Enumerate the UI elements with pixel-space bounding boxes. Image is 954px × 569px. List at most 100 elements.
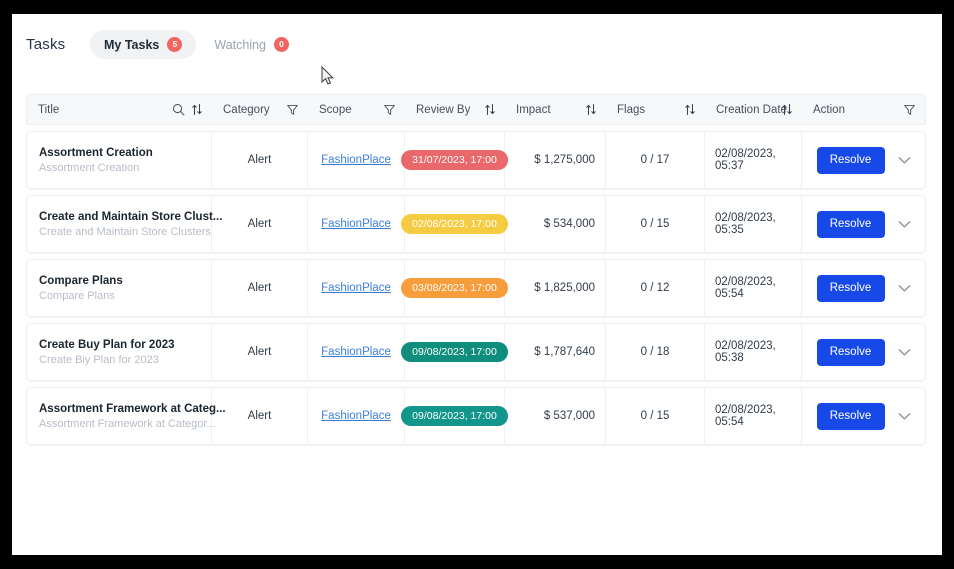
resolve-button[interactable]: Resolve (816, 210, 885, 238)
cell-flags: 0 / 18 (606, 324, 705, 380)
resolve-button[interactable]: Resolve (816, 338, 885, 366)
column-header-label: Category (223, 103, 270, 116)
column-header-icons (383, 103, 396, 116)
column-header-flags[interactable]: Flags (606, 95, 705, 124)
creation-date-value: 02/08/2023, 05:37 (715, 148, 776, 172)
cell-title: Compare Plans Compare Plans (27, 260, 212, 316)
chevron-down-icon[interactable] (898, 220, 911, 229)
table-row[interactable]: Assortment Framework at Categ... Assortme… (26, 387, 926, 445)
cell-impact: $ 1,275,000 (505, 132, 606, 188)
column-header-label: Title (38, 103, 60, 116)
cell-scope: FashionPlace (308, 132, 405, 188)
filter-icon[interactable] (903, 103, 916, 116)
category-value: Alert (247, 282, 272, 294)
cell-title: Create and Maintain Store Clust... Create… (27, 196, 222, 252)
category-value: Alert (247, 410, 272, 422)
cell-title: Create Buy Plan for 2023 Create Biy Plan … (27, 324, 212, 380)
cell-scope: FashionPlace (308, 324, 405, 380)
column-header-created[interactable]: Creation Date (705, 95, 802, 124)
flags-value: 0 / 12 (640, 282, 670, 294)
column-header-label: Scope (319, 103, 352, 116)
column-header-icons (903, 103, 916, 116)
page-header: Tasks My Tasks 5 Watching 0 (12, 14, 942, 88)
column-header-impact[interactable]: Impact (505, 95, 606, 124)
filter-icon[interactable] (286, 103, 299, 116)
scope-link[interactable]: FashionPlace (321, 282, 391, 294)
cell-scope: FashionPlace (308, 388, 405, 444)
column-header-review[interactable]: Review By (405, 95, 505, 124)
impact-value: $ 534,000 (543, 218, 595, 230)
cell-flags: 0 / 12 (606, 260, 705, 316)
sort-icon[interactable] (781, 103, 793, 116)
sort-icon[interactable] (484, 103, 496, 116)
resolve-button[interactable]: Resolve (816, 146, 885, 174)
tab-my-tasks-label: My Tasks (104, 37, 160, 52)
cell-review-by: 09/08/2023, 17:00 (401, 388, 508, 444)
column-header-icons (286, 103, 299, 116)
task-subtitle: Compare Plans (39, 289, 115, 302)
chevron-down-icon[interactable] (898, 412, 911, 421)
table-body: Assortment Creation Assortment Creation Al… (26, 131, 926, 445)
cell-category: Alert (212, 132, 308, 188)
cell-creation-date: 02/08/2023, 05:37 (705, 132, 802, 188)
table-header-row: Title Category Scope Review By Impact Flags Cr… (26, 94, 926, 125)
column-header-category[interactable]: Category (212, 95, 308, 124)
chevron-down-icon[interactable] (898, 284, 911, 293)
task-subtitle: Create and Maintain Store Clusters (39, 225, 211, 238)
review-by-pill: 09/08/2023, 17:00 (401, 341, 508, 363)
cell-action: Resolve (802, 324, 925, 380)
column-header-action[interactable]: Action (802, 95, 925, 124)
creation-date-value: 02/08/2023, 05:35 (715, 212, 776, 236)
chevron-down-icon[interactable] (898, 156, 911, 165)
resolve-button[interactable]: Resolve (816, 402, 885, 430)
flags-value: 0 / 18 (640, 346, 670, 358)
column-header-label: Creation Date (716, 103, 787, 116)
cell-impact: $ 1,825,000 (505, 260, 606, 316)
cell-creation-date: 02/08/2023, 05:35 (705, 196, 802, 252)
category-value: Alert (247, 218, 272, 230)
tab-my-tasks[interactable]: My Tasks 5 (90, 30, 197, 59)
cell-review-by: 09/08/2023, 17:00 (401, 324, 508, 380)
impact-value: $ 1,787,640 (534, 346, 595, 358)
sort-icon[interactable] (684, 103, 696, 116)
table-row[interactable]: Assortment Creation Assortment Creation Al… (26, 131, 926, 189)
column-header-icons (172, 103, 203, 116)
column-header-scope[interactable]: Scope (308, 95, 405, 124)
cell-flags: 0 / 15 (606, 196, 705, 252)
cell-impact: $ 1,787,640 (505, 324, 606, 380)
table-row[interactable]: Create and Maintain Store Clust... Create… (26, 195, 926, 253)
table-row[interactable]: Create Buy Plan for 2023 Create Biy Plan … (26, 323, 926, 381)
scope-link[interactable]: FashionPlace (321, 346, 391, 358)
task-subtitle: Assortment Framework at Categor... (39, 417, 216, 430)
review-by-pill: 09/08/2023, 17:00 (401, 405, 508, 427)
cell-creation-date: 02/08/2023, 05:54 (705, 388, 802, 444)
scope-link[interactable]: FashionPlace (321, 410, 391, 422)
tab-watching[interactable]: Watching 0 (200, 30, 303, 59)
page-title: Tasks (26, 36, 66, 53)
column-header-label: Review By (416, 103, 471, 116)
sort-icon[interactable] (191, 103, 203, 116)
cell-category: Alert (212, 260, 308, 316)
sort-icon[interactable] (585, 103, 597, 116)
search-icon[interactable] (172, 103, 185, 116)
cell-category: Alert (212, 388, 308, 444)
filter-icon[interactable] (383, 103, 396, 116)
cell-impact: $ 534,000 (505, 196, 606, 252)
cell-scope: FashionPlace (308, 260, 405, 316)
flags-value: 0 / 17 (640, 154, 670, 166)
column-header-title[interactable]: Title (27, 95, 212, 124)
cell-title: Assortment Creation Assortment Creation (27, 132, 212, 188)
impact-value: $ 1,825,000 (534, 282, 595, 294)
task-subtitle: Create Biy Plan for 2023 (39, 353, 159, 366)
scope-link[interactable]: FashionPlace (321, 218, 391, 230)
resolve-button[interactable]: Resolve (816, 274, 885, 302)
review-by-pill: 03/08/2023, 17:00 (401, 277, 508, 299)
cell-impact: $ 537,000 (505, 388, 606, 444)
scope-link[interactable]: FashionPlace (321, 154, 391, 166)
chevron-down-icon[interactable] (898, 348, 911, 357)
task-title: Assortment Creation (39, 146, 153, 159)
cell-creation-date: 02/08/2023, 05:54 (705, 260, 802, 316)
cell-review-by: 03/08/2023, 17:00 (401, 260, 508, 316)
cell-category: Alert (212, 196, 308, 252)
table-row[interactable]: Compare Plans Compare Plans Alert FashionPl… (26, 259, 926, 317)
